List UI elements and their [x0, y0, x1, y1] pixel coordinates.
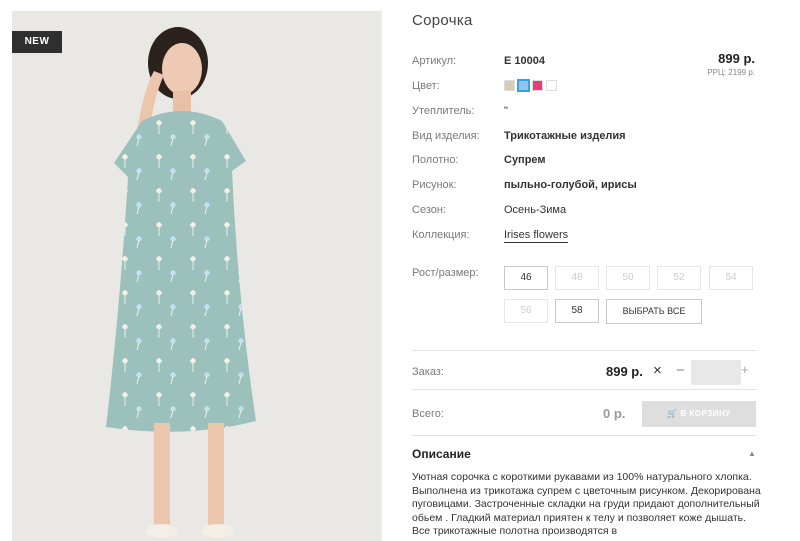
quantity-input[interactable] [691, 360, 741, 385]
size-option[interactable]: 46 [504, 266, 548, 290]
size-option[interactable]: 48 [555, 266, 599, 290]
type-label: Вид изделия: [412, 130, 480, 142]
color-label: Цвет: [412, 80, 440, 92]
product-photo[interactable]: NEW [12, 11, 382, 541]
new-badge: NEW [12, 31, 62, 53]
add-to-cart-button[interactable]: 🛒 В КОРЗИНУ [642, 401, 756, 427]
fabric-value: Супрем [504, 154, 546, 166]
order-price: 899 р. [606, 364, 643, 379]
collapse-caret-icon[interactable]: ▲ [748, 449, 756, 458]
increase-quantity-button[interactable]: + [741, 362, 749, 377]
season-label: Сезон: [412, 204, 446, 216]
select-all-sizes-button[interactable]: ВЫБРАТЬ ВСЕ [606, 299, 702, 324]
article-label: Артикул: [412, 55, 457, 67]
description-text: Уютная сорочка с короткими рукавами из 1… [412, 471, 761, 538]
type-value: Трикотажные изделия [504, 130, 626, 142]
color-swatches [504, 79, 557, 92]
collection-link-text[interactable]: Irises flowers [504, 229, 569, 243]
pattern-value: пыльно-голубой, ирисы [504, 179, 637, 191]
divider [412, 389, 757, 390]
fabric-label: Полотно: [412, 154, 459, 166]
cart-icon: 🛒 [667, 409, 678, 418]
color-swatch[interactable] [532, 80, 543, 91]
add-to-cart-label: В КОРЗИНУ [680, 409, 731, 418]
total-label: Всего: [412, 408, 444, 420]
order-label: Заказ: [412, 366, 444, 378]
times-icon: × [653, 362, 662, 379]
insulation-value: " [504, 105, 508, 117]
color-swatch[interactable] [546, 80, 557, 91]
color-swatch[interactable] [517, 79, 530, 92]
season-value: Осень-Зима [504, 204, 567, 216]
article-value: E 10004 [504, 55, 545, 67]
size-option[interactable]: 58 [555, 299, 599, 323]
total-value: 0 р. [603, 406, 626, 421]
recommended-price: РРЦ: 2199 р. [707, 68, 755, 77]
divider [412, 435, 757, 436]
size-option[interactable]: 52 [657, 266, 701, 290]
size-option[interactable]: 54 [709, 266, 753, 290]
color-swatch[interactable] [504, 80, 515, 91]
collection-link[interactable]: Irises flowers [504, 229, 569, 243]
product-price: 899 р. [718, 51, 755, 66]
size-option[interactable]: 56 [504, 299, 548, 323]
size-label: Рост/размер: [412, 267, 479, 279]
collection-label: Коллекция: [412, 229, 470, 241]
decrease-quantity-button[interactable]: − [676, 362, 685, 379]
insulation-label: Утеплитель: [412, 105, 475, 117]
product-title: Сорочка [412, 12, 473, 29]
model-illustration [106, 27, 256, 538]
pattern-label: Рисунок: [412, 179, 457, 191]
divider [412, 350, 757, 351]
size-option[interactable]: 50 [606, 266, 650, 290]
description-title[interactable]: Описание [412, 447, 471, 461]
